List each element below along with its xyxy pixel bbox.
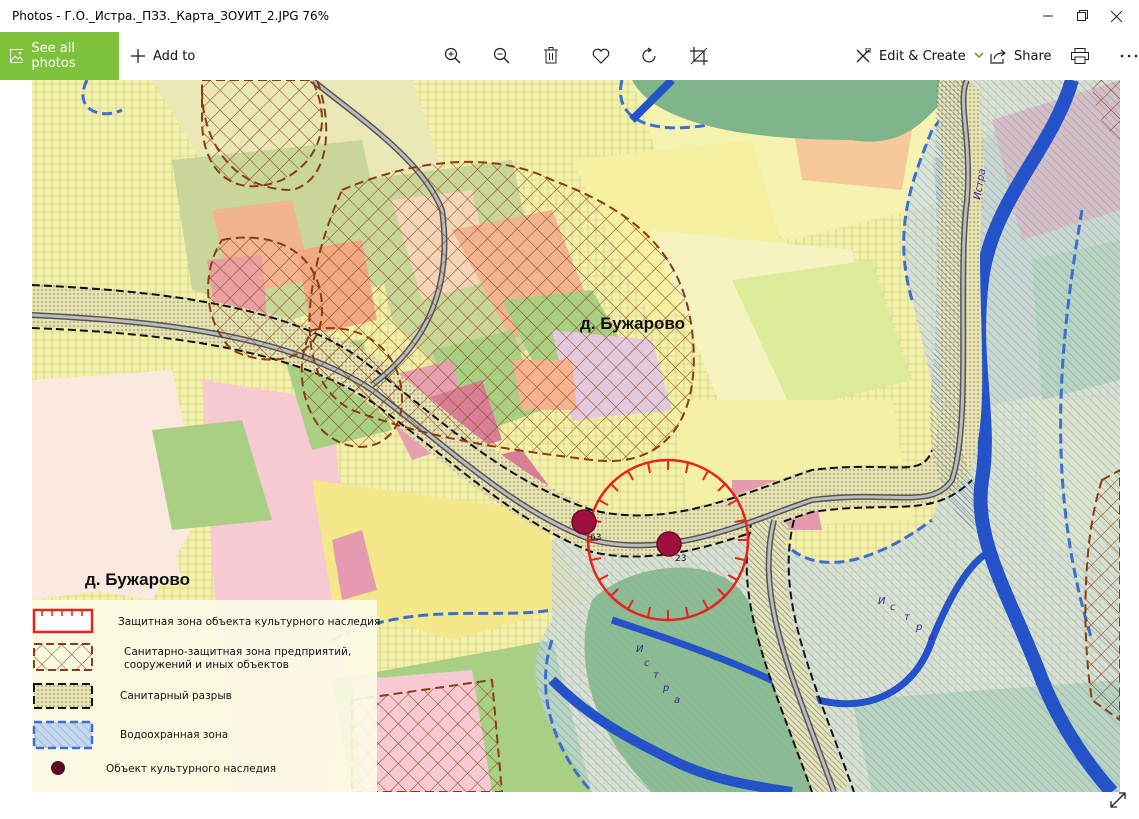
rotate-icon — [642, 47, 656, 63]
crop-button[interactable] — [679, 32, 719, 80]
edit-create-button[interactable]: Edit & Create — [855, 32, 992, 80]
zoom-in-button[interactable] — [433, 32, 473, 80]
legend-label-water-zone: Водоохранная зона — [120, 729, 228, 741]
legend-label-sanitary-zone-1: Санитарно-защитная зона предприятий, — [124, 646, 351, 658]
heritage-object-23 — [656, 531, 682, 557]
close-button[interactable] — [1093, 0, 1139, 32]
see-all-photos-button[interactable]: See all photos — [0, 32, 119, 80]
zoning-map: 63 23 д. Бужарово д. Бужарово Истра И с … — [32, 80, 1120, 792]
title-bar: Photos - Г.О._Истра._ПЗЗ._Карта_ЗОУИТ_2.… — [0, 0, 1139, 32]
edit-create-label: Edit & Create — [879, 48, 966, 64]
zoom-in-icon — [444, 47, 461, 64]
svg-text:И: И — [636, 644, 644, 655]
more-button[interactable] — [1109, 32, 1139, 80]
village-label-main: д. Бужарово — [580, 314, 685, 333]
full-screen-button[interactable] — [1107, 789, 1129, 811]
see-all-photos-label: See all photos — [31, 41, 76, 71]
legend-label-sanitary-gap: Санитарный разрыв — [120, 690, 232, 702]
map-image[interactable]: 63 23 д. Бужарово д. Бужарово Истра И с … — [32, 80, 1120, 792]
legend-label-sanitary-zone-2: сооружений и иных объектов — [124, 659, 289, 671]
svg-text:р: р — [915, 622, 922, 633]
delete-icon — [544, 47, 558, 64]
zoom-out-icon — [493, 47, 510, 64]
more-icon — [1120, 54, 1138, 58]
add-to-label: Add to — [153, 48, 196, 64]
minimize-icon — [1043, 15, 1053, 17]
svg-text:а: а — [674, 695, 680, 706]
heritage-object-63 — [571, 509, 597, 535]
expand-icon — [1110, 792, 1126, 808]
svg-text:И: И — [878, 596, 886, 607]
chevron-down-icon — [974, 52, 984, 59]
restore-icon — [1077, 10, 1088, 21]
svg-text:р: р — [662, 683, 669, 694]
svg-text:с: с — [644, 658, 650, 669]
village-label-secondary: д. Бужарово — [85, 570, 190, 589]
heritage-number-23: 23 — [675, 554, 686, 564]
close-icon — [1110, 10, 1122, 22]
add-to-button[interactable]: Add to — [131, 32, 195, 80]
favorite-icon — [592, 48, 610, 64]
plus-icon — [131, 49, 145, 63]
svg-text:с: с — [890, 602, 896, 613]
legend-swatch-heritage-object — [51, 761, 65, 775]
rotate-button[interactable] — [630, 32, 670, 80]
photos-icon — [10, 49, 24, 63]
legend-label-heritage-object: Объект культурного наследия — [106, 763, 276, 775]
favorite-button[interactable] — [581, 32, 621, 80]
share-label: Share — [1014, 48, 1052, 64]
share-icon — [990, 49, 1006, 64]
delete-button[interactable] — [531, 32, 571, 80]
print-button[interactable] — [1060, 32, 1100, 80]
crop-icon — [690, 47, 708, 65]
legend-label-heritage-zone: Защитная зона объекта культурного наслед… — [118, 616, 380, 628]
map-legend: Защитная зона объекта культурного наслед… — [32, 600, 380, 792]
heritage-number-63: 63 — [590, 533, 601, 543]
edit-create-icon — [856, 48, 871, 63]
zoom-out-button[interactable] — [482, 32, 522, 80]
window-title: Photos - Г.О._Истра._ПЗЗ._Карта_ЗОУИТ_2.… — [12, 9, 330, 23]
legend-swatch-sanitary-zone — [33, 643, 93, 671]
print-icon — [1071, 48, 1089, 64]
share-button[interactable]: Share — [990, 32, 1052, 80]
toolbar: See all photos Add to Edit & Create Shar… — [0, 32, 1139, 80]
svg-text:а: а — [928, 632, 934, 643]
